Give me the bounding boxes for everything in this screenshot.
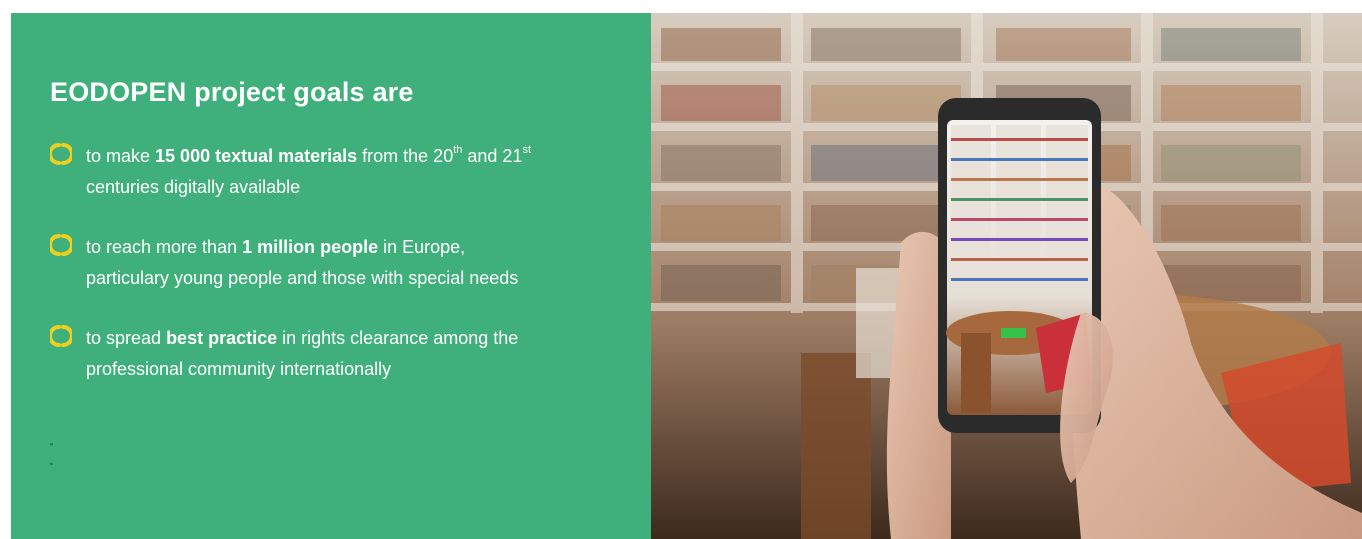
goal-text-pre: to reach more than: [86, 237, 243, 257]
yellow-bracket-icon: [50, 325, 72, 347]
goal-text-bold: 1 million people: [242, 237, 379, 257]
goal-text-bold: 15 000 textual materials: [155, 146, 358, 166]
partial-bracket-icon: [50, 443, 54, 465]
goal-text-post: in Europe,: [378, 237, 466, 257]
goal-text-sup: st: [522, 144, 532, 156]
goal-text-sup: th: [453, 144, 463, 156]
yellow-bracket-icon: [50, 143, 72, 165]
goals-banner: EODOPEN project goals are to make 15 000…: [11, 13, 1362, 539]
goal-text: to make 15 000 textual materials from th…: [86, 141, 646, 203]
goal-text-post: in rights clearance among the: [277, 328, 519, 348]
goal-text-mid: from the 20: [357, 146, 454, 166]
goals-panel: EODOPEN project goals are to make 15 000…: [11, 13, 651, 539]
goal-text-bold: best practice: [166, 328, 278, 348]
goal-text-pre: to spread: [86, 328, 167, 348]
goal-text-pre: to make: [86, 146, 156, 166]
section-title: EODOPEN project goals are: [50, 77, 414, 107]
goal-text-post: particulary young people and those with …: [86, 268, 519, 288]
goal-text-post: professional community internationally: [86, 359, 392, 379]
goal-text-post: centuries digitally available: [86, 177, 301, 197]
goal-text: to reach more than 1 million people in E…: [86, 232, 646, 294]
yellow-bracket-icon: [50, 234, 72, 256]
goal-text-and: and 21: [462, 146, 523, 166]
photo-illustration: [651, 13, 1362, 539]
goal-text: to spread best practice in rights cleara…: [86, 323, 646, 385]
library-smartphone-photo: [651, 13, 1362, 539]
